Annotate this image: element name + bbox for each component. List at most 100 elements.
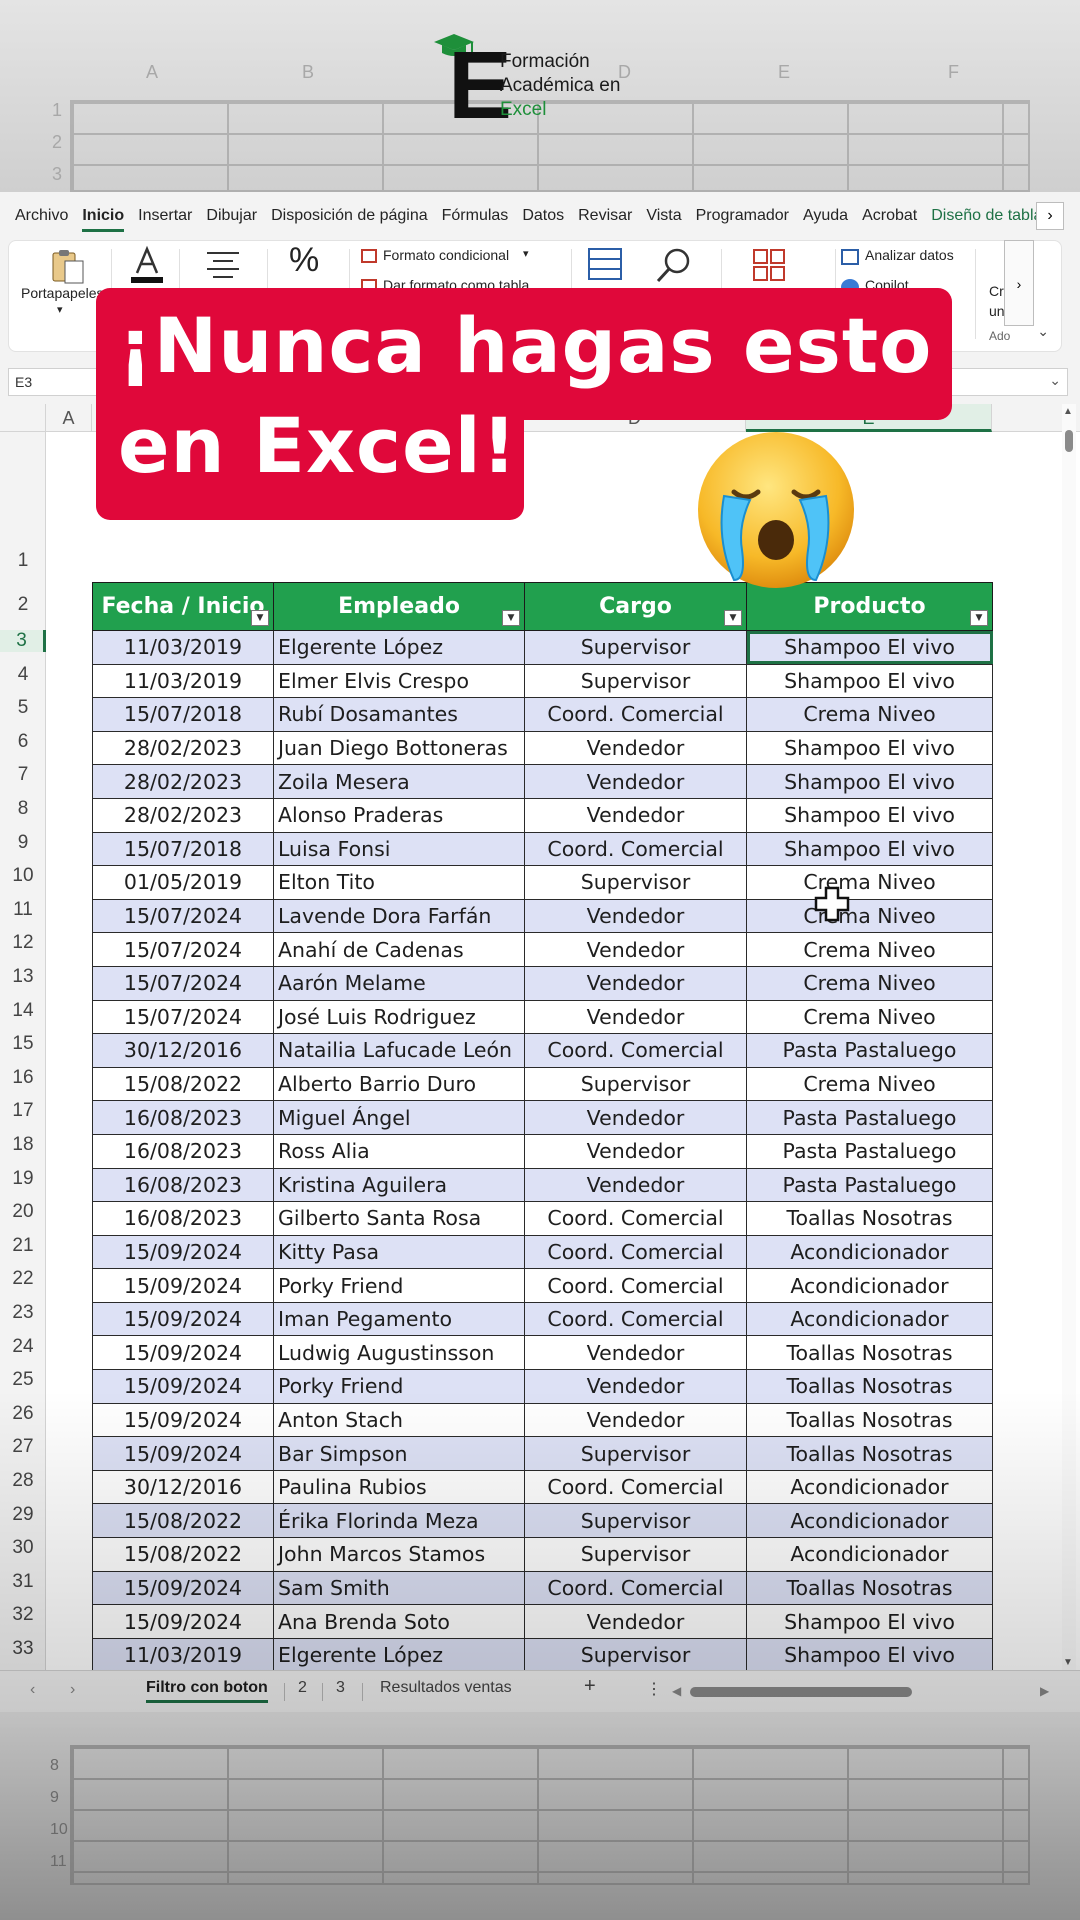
create-label[interactable]: Cr [989,283,1004,299]
row-header[interactable]: 3 [0,630,46,652]
cell-empleado[interactable]: Luisa Fonsi [273,831,525,867]
cell-producto[interactable]: Pasta Pastaluego [746,1100,993,1135]
cell-producto[interactable]: Shampoo El vivo [746,797,993,833]
cell-cargo[interactable]: Supervisor [524,1637,747,1670]
cell-cargo[interactable]: Supervisor [524,1436,747,1471]
cell-fecha[interactable]: 15/09/2024 [92,1234,274,1270]
vertical-scrollbar[interactable]: ▲ ▼ [1062,404,1076,1670]
cell-empleado[interactable]: Ross Alia [273,1133,525,1169]
cell-cargo[interactable]: Vendedor [524,764,747,799]
cell-producto[interactable]: Crema Niveo [746,932,993,967]
cell-cargo[interactable]: Supervisor [524,1066,747,1102]
row-header[interactable]: 32 [0,1604,46,1626]
row-header[interactable]: 21 [0,1235,46,1257]
row-header[interactable]: 1 [0,550,46,572]
row-header[interactable]: 4 [0,664,46,686]
tab-acrobat[interactable]: Acrobat [855,192,924,240]
cell-empleado[interactable]: Paulina Rubios [273,1469,525,1505]
cell-empleado[interactable]: Elgerente López [273,1637,525,1670]
cell-fecha[interactable]: 15/07/2018 [92,697,274,732]
chevron-down-icon[interactable]: ⌄ [1049,372,1061,389]
cell-cargo[interactable]: Coord. Comercial [524,1570,747,1606]
cell-cargo[interactable]: Coord. Comercial [524,1268,747,1303]
row-header[interactable]: 17 [0,1100,46,1122]
scroll-left-icon[interactable]: ◀ [672,1684,681,1698]
cell-fecha[interactable]: 15/09/2024 [92,1436,274,1471]
cell-producto[interactable]: Shampoo El vivo [746,1604,993,1639]
row-header[interactable]: 14 [0,1000,46,1022]
cell-cargo[interactable]: Coord. Comercial [524,1033,747,1068]
cell-empleado[interactable]: Juan Diego Bottoneras [273,730,525,766]
cell-fecha[interactable]: 16/08/2023 [92,1167,274,1203]
cell-cargo[interactable]: Coord. Comercial [524,1301,747,1337]
cell-fecha[interactable]: 30/12/2016 [92,1469,274,1505]
cell-producto[interactable]: Acondicionador [746,1301,993,1337]
row-header[interactable]: 9 [0,832,46,854]
cell-cargo[interactable]: Vendedor [524,965,747,1001]
cell-empleado[interactable]: Porky Friend [273,1268,525,1303]
cell-empleado[interactable]: Kristina Aguilera [273,1167,525,1203]
row-header[interactable]: 25 [0,1369,46,1391]
cell-empleado[interactable]: Zoila Mesera [273,764,525,799]
sheet-tab-2[interactable]: 2 [298,1679,307,1697]
cell-producto[interactable]: Pasta Pastaluego [746,1167,993,1203]
cell-cargo[interactable]: Vendedor [524,1369,747,1404]
cell-cargo[interactable]: Supervisor [524,865,747,900]
cell-producto[interactable]: Shampoo El vivo [746,630,993,665]
cell-empleado[interactable]: Iman Pegamento [273,1301,525,1337]
cell-producto[interactable]: Acondicionador [746,1268,993,1303]
tab-programador[interactable]: Programador [689,192,796,240]
cell-cargo[interactable]: Coord. Comercial [524,697,747,732]
cell-cargo[interactable]: Vendedor [524,1100,747,1135]
cell-producto[interactable]: Acondicionador [746,1503,993,1539]
row-header[interactable]: 23 [0,1302,46,1324]
cell-empleado[interactable]: Elmer Elvis Crespo [273,663,525,699]
cell-cargo[interactable]: Vendedor [524,1133,747,1169]
scroll-down-icon[interactable]: ▼ [1063,1657,1073,1668]
scroll-right-icon[interactable]: ▶ [1040,1684,1049,1698]
cell-empleado[interactable]: Ana Brenda Soto [273,1604,525,1639]
cell-producto[interactable]: Shampoo El vivo [746,730,993,766]
cell-fecha[interactable]: 15/09/2024 [92,1604,274,1639]
ribbon-scroll-right-button[interactable]: › [1004,240,1034,326]
analyze-data-button[interactable]: Analizar datos [865,247,954,263]
cell-producto[interactable]: Crema Niveo [746,697,993,732]
cell-producto[interactable]: Crema Niveo [746,999,993,1035]
cell-fecha[interactable]: 16/08/2023 [92,1201,274,1236]
cell-producto[interactable]: Toallas Nosotras [746,1335,993,1371]
cell-fecha[interactable]: 15/09/2024 [92,1301,274,1337]
cell-cargo[interactable]: Coord. Comercial [524,1201,747,1236]
cell-empleado[interactable]: Alberto Barrio Duro [273,1066,525,1102]
cell-producto[interactable]: Shampoo El vivo [746,663,993,699]
cells-icon[interactable] [587,247,623,281]
row-header[interactable]: 18 [0,1134,46,1156]
tab-vista[interactable]: Vista [639,192,688,240]
cell-producto[interactable]: Acondicionador [746,1234,993,1270]
cell-producto[interactable]: Crema Niveo [746,965,993,1001]
cell-empleado[interactable]: Érika Florinda Meza [273,1503,525,1539]
cell-producto[interactable]: Shampoo El vivo [746,764,993,799]
worksheet-grid[interactable]: A D E 1234567891011121314151617181920212… [0,404,1080,1670]
cell-cargo[interactable]: Coord. Comercial [524,1469,747,1505]
row-header[interactable]: 16 [0,1067,46,1089]
row-header[interactable]: 6 [0,731,46,753]
cell-empleado[interactable]: Rubí Dosamantes [273,697,525,732]
clipboard-label[interactable]: Portapapeles [21,285,104,301]
row-header[interactable]: 11 [0,899,46,921]
cell-fecha[interactable]: 11/03/2019 [92,663,274,699]
row-header[interactable]: 2 [0,594,46,616]
cell-fecha[interactable]: 30/12/2016 [92,1033,274,1068]
cell-empleado[interactable]: Anton Stach [273,1402,525,1438]
cell-empleado[interactable]: Gilberto Santa Rosa [273,1201,525,1236]
cell-producto[interactable]: Shampoo El vivo [746,1637,993,1670]
chevron-down-icon[interactable]: ▾ [57,303,63,316]
select-all-corner[interactable] [0,404,46,432]
cell-empleado[interactable]: Ludwig Augustinsson [273,1335,525,1371]
row-header[interactable]: 8 [0,798,46,820]
row-header[interactable]: 26 [0,1403,46,1425]
tab-disposicion[interactable]: Disposición de página [264,192,435,240]
sheet-tab-filtro[interactable]: Filtro con boton [146,1679,268,1703]
cell-cargo[interactable]: Vendedor [524,898,747,934]
cell-cargo[interactable]: Coord. Comercial [524,831,747,867]
header-fecha[interactable]: Fecha / Inicio ▼ [92,582,274,631]
